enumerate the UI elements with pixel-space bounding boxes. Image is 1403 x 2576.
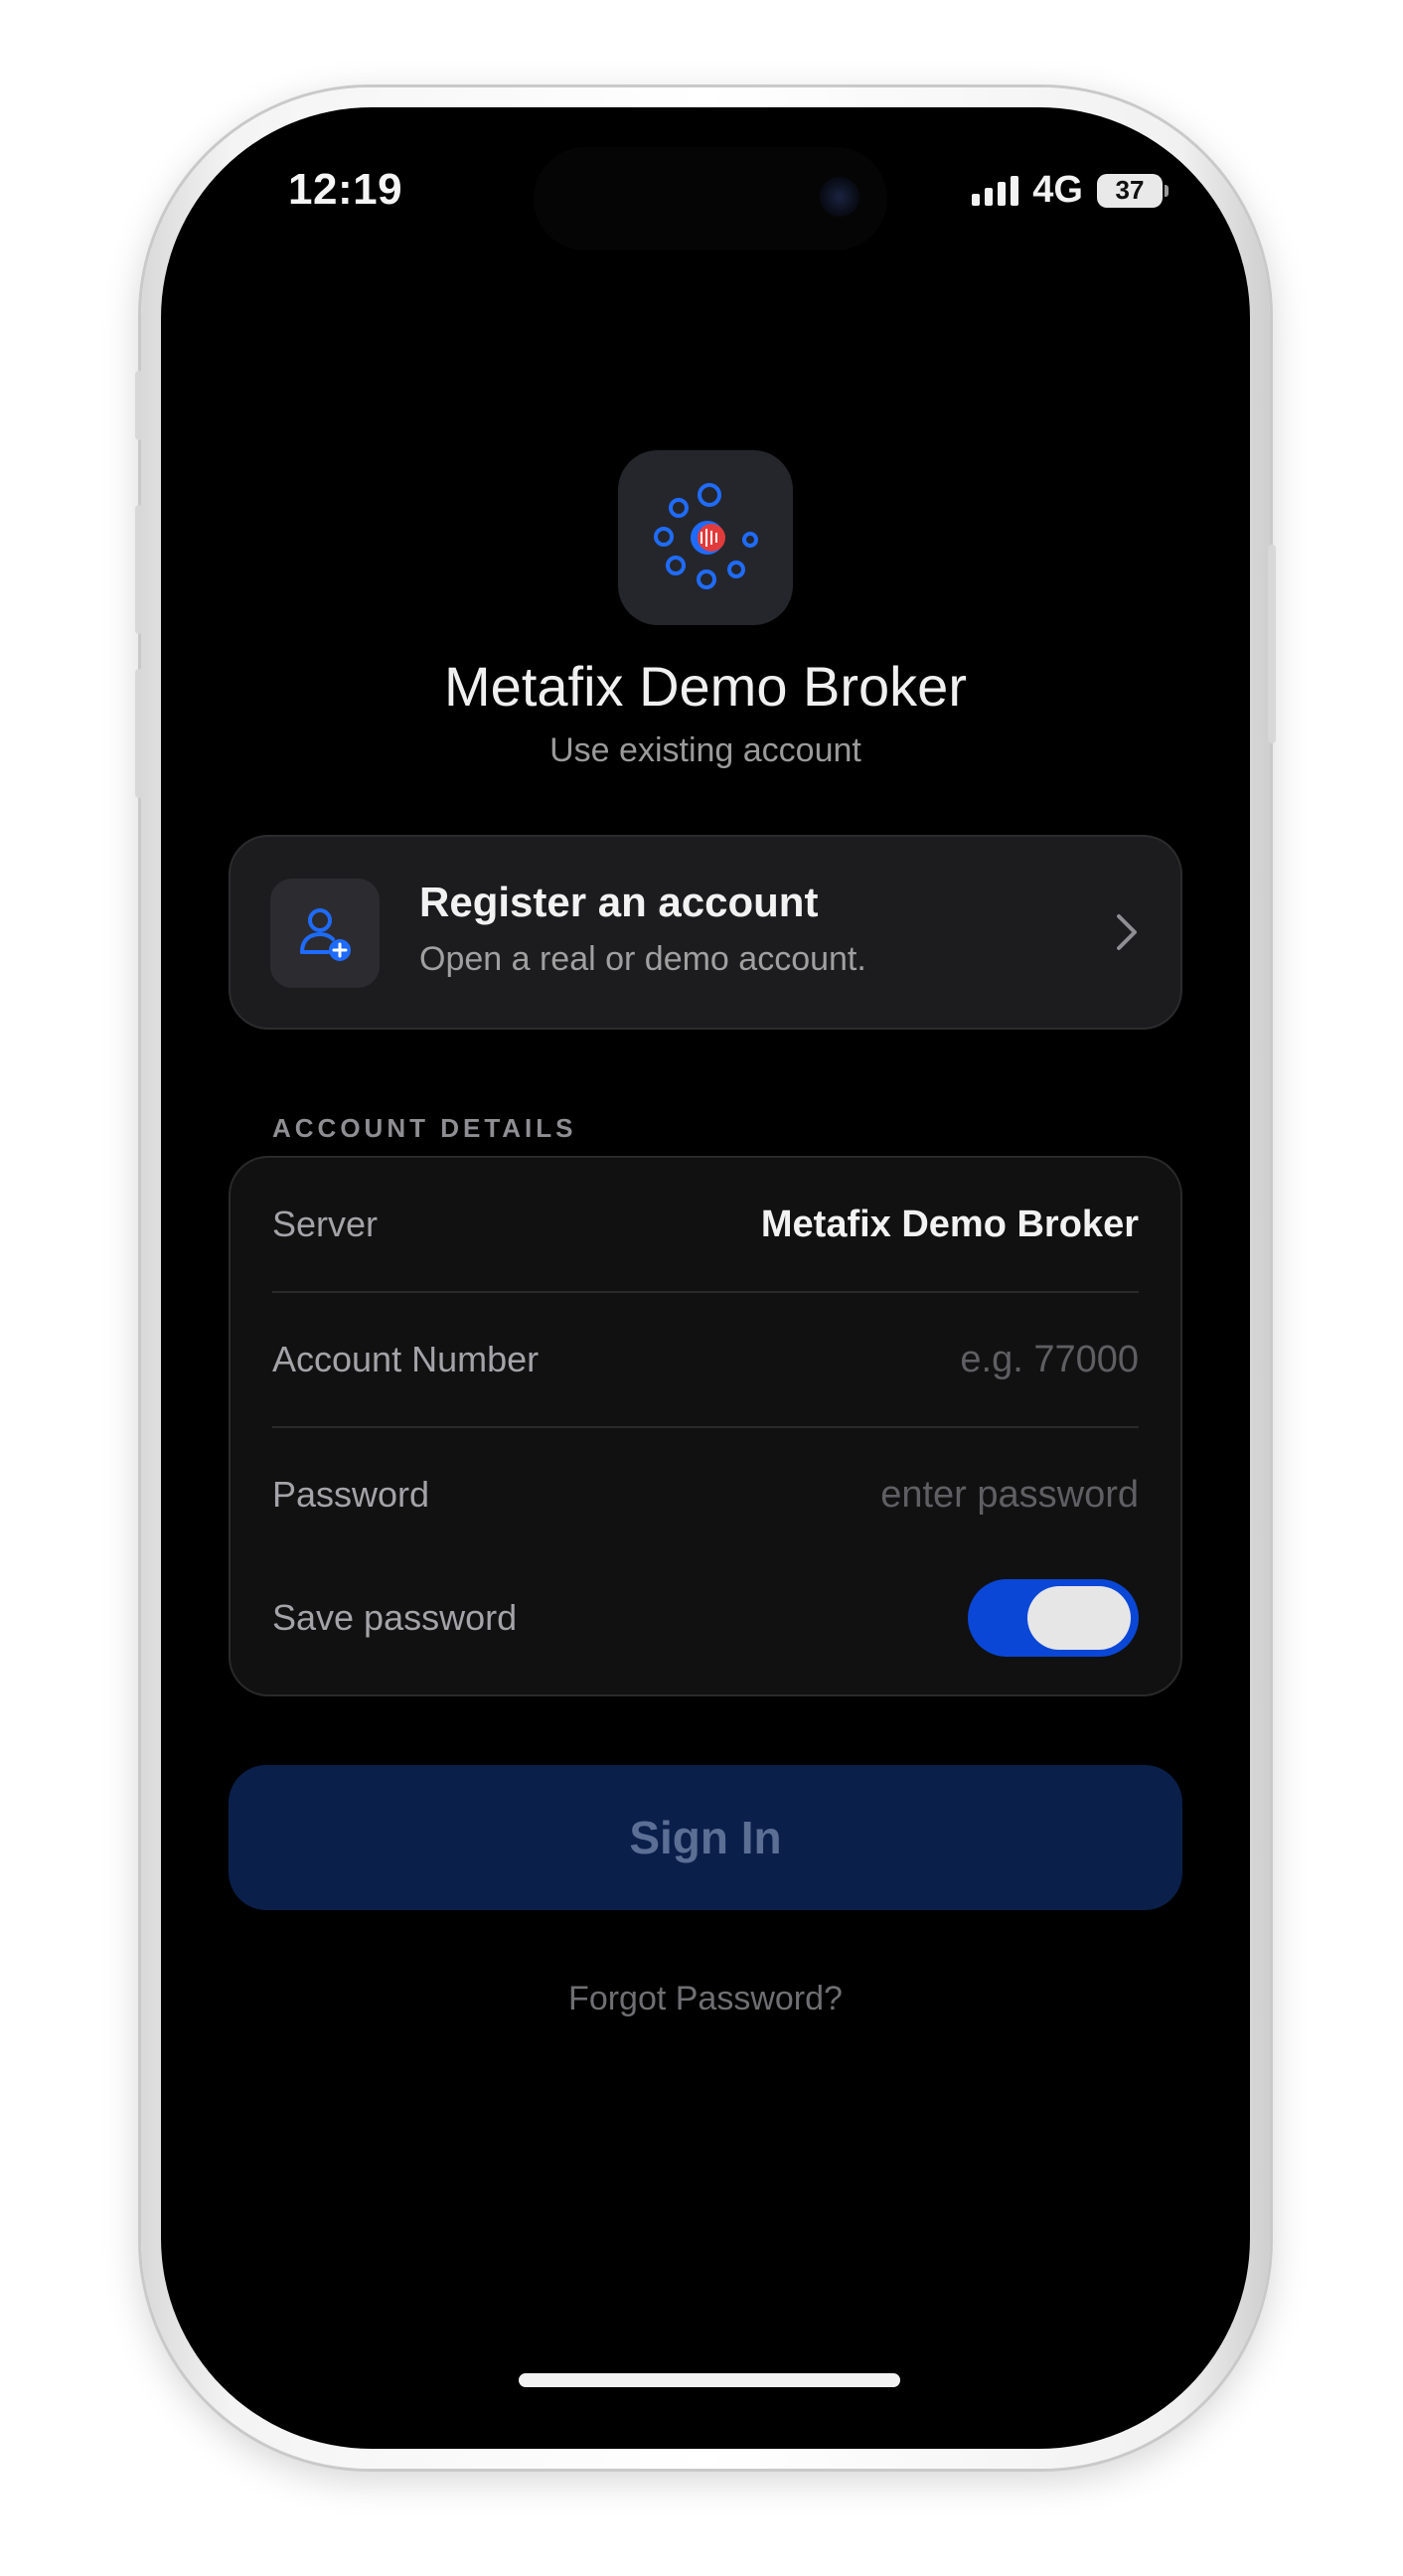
app-title: Metafix Demo Broker — [444, 655, 967, 718]
section-label: ACCOUNT DETAILS — [272, 1113, 577, 1143]
register-account-button[interactable]: Register an account Open a real or demo … — [229, 835, 1182, 1030]
network-type: 4G — [1032, 169, 1083, 211]
power-button — [1268, 545, 1276, 743]
account-details-card: Server Metafix Demo Broker Account Numbe… — [229, 1156, 1182, 1696]
server-row[interactable]: Server Metafix Demo Broker — [272, 1158, 1139, 1293]
phone-frame: 12:19 4G 37 Metafix Demo Broker Use exis… — [135, 87, 1276, 2469]
account-number-input[interactable] — [781, 1338, 1139, 1381]
save-password-row: Save password — [272, 1551, 1139, 1685]
status-time: 12:19 — [288, 165, 403, 214]
volume-up-button — [135, 505, 143, 634]
save-password-label: Save password — [272, 1597, 518, 1638]
register-title: Register an account — [419, 879, 819, 925]
account-number-row: Account Number — [272, 1293, 1139, 1428]
signal-icon — [972, 175, 1019, 206]
screen: 12:19 4G 37 Metafix Demo Broker Use exis… — [161, 107, 1250, 2449]
forgot-password-link[interactable]: Forgot Password? — [161, 1980, 1250, 2018]
password-row: Password — [272, 1428, 1139, 1561]
server-label: Server — [272, 1204, 379, 1244]
password-input[interactable] — [781, 1473, 1139, 1517]
toggle-knob — [1027, 1586, 1131, 1650]
server-value[interactable]: Metafix Demo Broker — [761, 1204, 1139, 1246]
volume-down-button — [135, 669, 143, 798]
chevron-right-icon — [1117, 914, 1137, 950]
password-label: Password — [272, 1474, 430, 1515]
status-indicators: 4G 37 — [972, 169, 1169, 212]
camera-icon — [820, 177, 859, 217]
save-password-toggle[interactable] — [968, 1579, 1139, 1657]
app-subtitle: Use existing account — [549, 731, 861, 769]
action-button — [135, 371, 143, 440]
add-user-icon — [270, 879, 380, 988]
sign-in-button[interactable]: Sign In — [229, 1765, 1182, 1910]
battery-icon: 37 — [1097, 173, 1169, 208]
battery-level: 37 — [1115, 175, 1145, 205]
dots-ring-logo-icon — [618, 450, 793, 625]
account-number-label: Account Number — [272, 1339, 540, 1379]
home-indicator[interactable] — [519, 2373, 900, 2387]
register-subtitle: Open a real or demo account. — [419, 940, 866, 978]
dynamic-island — [534, 147, 887, 250]
